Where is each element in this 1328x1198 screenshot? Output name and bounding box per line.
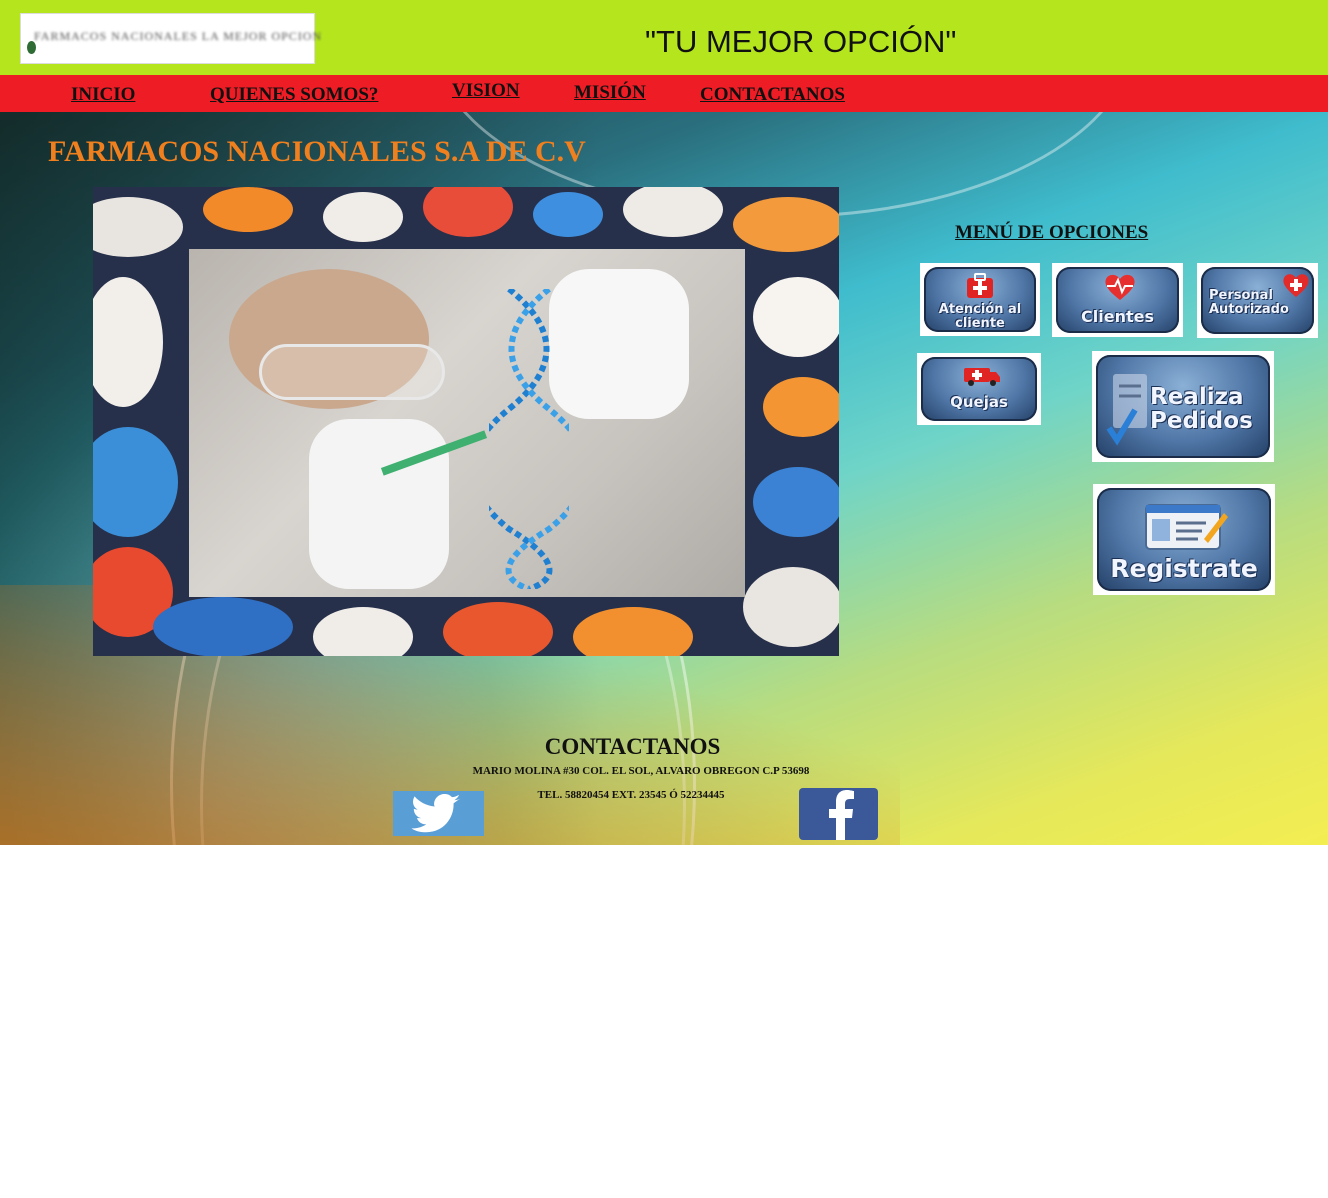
scientist-photo (189, 249, 745, 597)
personal-autorizado-button[interactable]: Personal Autorizado (1197, 263, 1318, 338)
realiza-pedidos-button[interactable]: Realiza Pedidos (1092, 351, 1274, 462)
dna-helix-icon (489, 289, 569, 589)
nav-link-quienes-somos[interactable]: QUIENES SOMOS? (210, 84, 378, 106)
main-nav: INICIO QUIENES SOMOS? VISION MISIÓN CONT… (0, 75, 1328, 112)
company-title: FARMACOS NACIONALES S.A DE C.V (48, 135, 586, 168)
nav-link-inicio[interactable]: INICIO (71, 84, 135, 106)
header-bar: FARMACOS NACIONALES LA MEJOR OPCION "TU … (0, 0, 1328, 75)
options-menu-title: MENÚ DE OPCIONES (955, 222, 1149, 243)
ambulance-icon (961, 363, 1003, 389)
twitter-link[interactable] (393, 791, 484, 836)
site-logo[interactable]: FARMACOS NACIONALES LA MEJOR OPCION (20, 13, 321, 64)
clientes-label: Clientes (1081, 307, 1154, 326)
slogan: "TU MEJOR OPCIÓN" (645, 24, 957, 59)
nav-link-contactanos[interactable]: CONTACTANOS (700, 84, 845, 106)
realiza-pedidos-label: Realiza Pedidos (1150, 384, 1253, 435)
nav-link-vision[interactable]: VISION (452, 80, 520, 102)
registrate-button[interactable]: Registrate (1093, 484, 1275, 595)
facebook-icon (828, 790, 854, 840)
facebook-link[interactable] (799, 788, 878, 840)
footer-address: MARIO MOLINA #30 COL. EL SOL, ALVARO OBR… (472, 765, 810, 777)
registrate-label: Registrate (1110, 554, 1258, 583)
twitter-icon (410, 793, 461, 832)
personal-autorizado-label: Personal Autorizado (1209, 288, 1289, 317)
atencion-cliente-label: Atención al cliente (938, 302, 1022, 331)
heart-monitor-icon (1102, 271, 1138, 303)
clientes-button[interactable]: Clientes (1052, 263, 1183, 337)
id-card-icon (1141, 498, 1231, 554)
hero-image (93, 187, 839, 656)
logo-text: FARMACOS NACIONALES LA MEJOR OPCION (34, 29, 323, 43)
atencion-cliente-button[interactable]: Atención al cliente (920, 263, 1040, 336)
first-aid-kit-icon (964, 271, 996, 301)
quejas-button[interactable]: Quejas (917, 353, 1041, 425)
quejas-label: Quejas (950, 393, 1008, 411)
footer-contact-title: CONTACTANOS (544, 734, 721, 759)
checklist-icon (1104, 369, 1154, 449)
nav-link-mision[interactable]: MISIÓN (574, 82, 646, 104)
footer-phone: TEL. 58820454 EXT. 23545 Ó 52234445 (537, 789, 725, 801)
